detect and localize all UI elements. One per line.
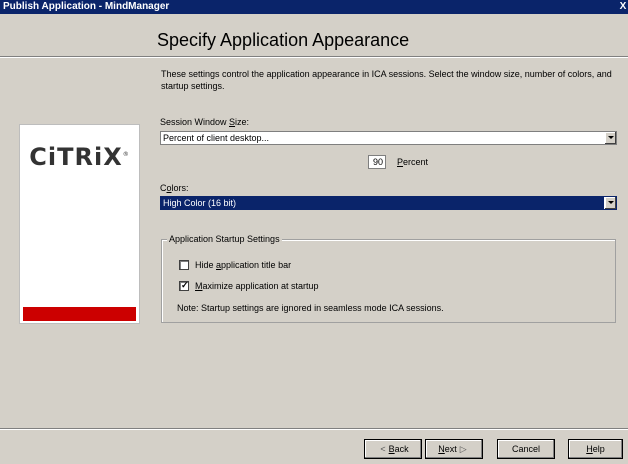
citrix-logo-text: CiTRiX <box>29 143 123 171</box>
help-button[interactable]: Help <box>568 439 623 459</box>
header-divider-highlight <box>0 57 628 58</box>
page-description: These settings control the application a… <box>161 69 612 91</box>
label-text: Session Window <box>160 117 230 127</box>
window-titlebar: Publish Application - MindManager X <box>0 0 628 14</box>
percent-label: Percent <box>397 157 428 168</box>
citrix-logo-panel: CiTRiX® <box>19 124 140 324</box>
colors-select[interactable]: High Color (16 bit) <box>160 196 617 210</box>
startup-settings-legend: Application Startup Settings <box>167 234 282 245</box>
next-arrow-icon: ▷ <box>459 444 467 454</box>
chevron-down-icon[interactable] <box>604 132 616 144</box>
startup-note: Note: Startup settings are ignored in se… <box>177 303 444 313</box>
citrix-logo: CiTRiX® <box>20 143 139 171</box>
label-text: pplication title bar <box>221 260 292 270</box>
label-text: ack <box>394 444 409 454</box>
percent-input[interactable]: 90 <box>368 155 386 169</box>
next-button[interactable]: Next ▷ <box>425 439 483 459</box>
label-text: Hide <box>195 260 217 270</box>
colors-label: Colors: <box>160 183 189 194</box>
label-text: ercent <box>403 157 429 167</box>
label-text: lors: <box>171 183 189 193</box>
label-text: ext <box>444 444 457 454</box>
checkmark-icon: ✓ <box>181 280 189 290</box>
maximize-at-startup-label[interactable]: Maximize application at startup <box>195 281 319 292</box>
label-accel: M <box>195 281 203 291</box>
session-window-size-value: Percent of client desktop... <box>163 133 270 143</box>
close-icon[interactable]: X <box>618 1 628 13</box>
label-text: ize: <box>235 117 250 127</box>
back-button[interactable]: < Back <box>364 439 422 459</box>
hide-title-bar-checkbox[interactable] <box>179 260 189 270</box>
maximize-at-startup-checkbox[interactable]: ✓ <box>179 280 189 291</box>
page-title: Specify Application Appearance <box>157 30 410 50</box>
hide-title-bar-label[interactable]: Hide application title bar <box>195 260 291 271</box>
colors-value: High Color (16 bit) <box>163 198 237 208</box>
label-text: aximize application at startup <box>202 281 319 291</box>
footer-divider-highlight <box>0 429 628 430</box>
chevron-down-icon[interactable] <box>604 197 616 209</box>
session-window-size-select[interactable]: Percent of client desktop... <box>160 131 617 145</box>
label-text: elp <box>592 444 605 454</box>
cancel-button[interactable]: Cancel <box>497 439 555 459</box>
citrix-red-bar <box>23 307 136 321</box>
back-arrow-icon: < <box>380 444 386 454</box>
registered-mark: ® <box>122 151 130 158</box>
window-title: Publish Application - MindManager <box>3 1 170 12</box>
session-window-size-label: Session Window Size: <box>160 117 249 128</box>
